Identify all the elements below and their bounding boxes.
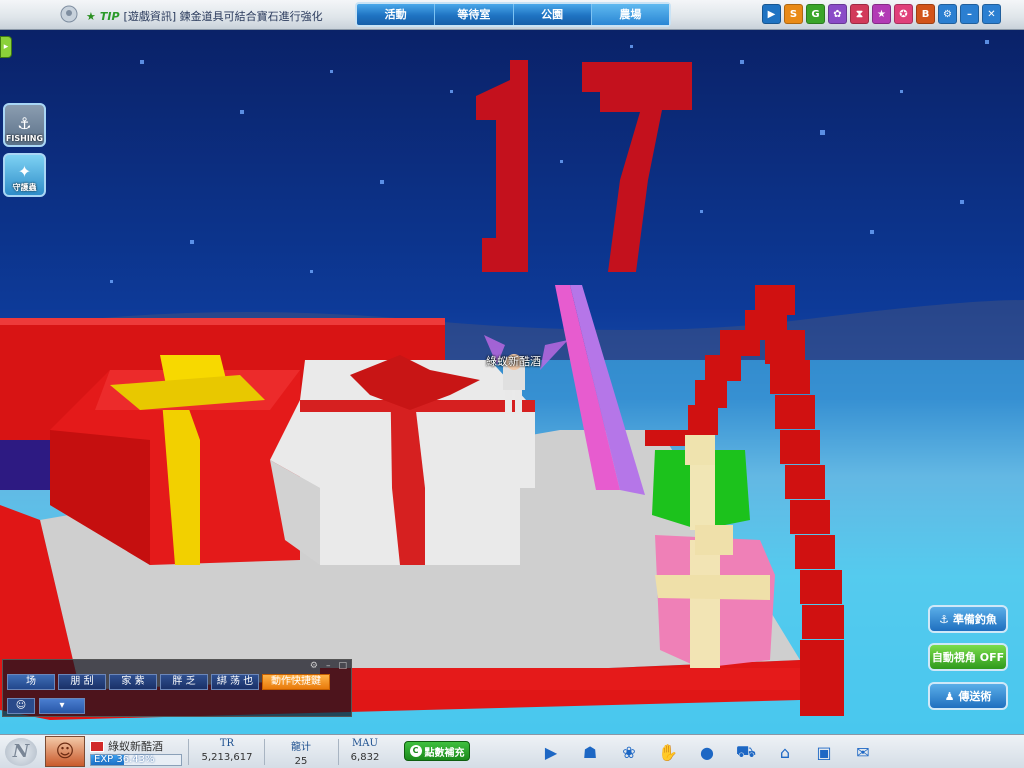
fishing-hook-icon: ⚓ [17, 114, 32, 133]
quick-action-button[interactable]: 動作快捷鍵 [262, 674, 330, 690]
teleport-label: 傳送術 [958, 690, 992, 703]
chat-channel-1[interactable]: 朋 刮 [58, 674, 106, 690]
guardian-bug-button[interactable]: ✦ 守護蟲 [3, 153, 46, 197]
stat-tr-header: TR [219, 738, 235, 749]
apple-icon[interactable]: ● [696, 741, 718, 763]
cart-icon[interactable]: ⛟ [735, 741, 757, 763]
big-number-17 [476, 60, 692, 272]
friends-icon[interactable]: ☗ [579, 741, 601, 763]
hourglass-icon[interactable]: ⧗ [850, 4, 869, 24]
side-expand-tab[interactable]: ▸ [0, 36, 12, 58]
game-logo-icon [60, 5, 78, 23]
avatar[interactable]: ☺ [45, 736, 85, 767]
chat-maximize-icon[interactable]: □ [338, 661, 347, 671]
chat-input-row: ☺ ▾ [7, 698, 85, 714]
story-icon[interactable]: S [784, 4, 803, 24]
tip-text: [遊戲資訊] 鍊金道具可結合寶石進行強化 [123, 10, 323, 23]
chat-icon[interactable]: ✉ [852, 741, 874, 763]
prepare-fishing-button[interactable]: ⚓ 準備釣魚 [928, 605, 1008, 633]
stat-mau-header: MAU [352, 738, 378, 749]
fishing-rod-icon: ⚓ [939, 612, 949, 626]
chat-panel: ⚙ – □ 场 朋 刮 家 紫 胖 乏 綁 荡 也 動作快捷鍵 ☺ ▾ [2, 659, 352, 717]
lucky-icon[interactable]: ★ [872, 4, 891, 24]
fishing-button[interactable]: ⚓ FISHING [3, 103, 46, 147]
guardian-bug-label: 守護蟲 [12, 183, 37, 192]
chat-channel-tabs: 场 朋 刮 家 紫 胖 乏 綁 荡 也 動作快捷鍵 [7, 674, 330, 690]
tab-farm[interactable]: 農場 [591, 4, 669, 25]
recharge-label: 點數補充 [424, 747, 465, 759]
tip-ticker[interactable]: ★ TIP [遊戲資訊] 鍊金道具可結合寶石進行強化 [60, 5, 323, 25]
n-logo-icon[interactable]: N [5, 738, 37, 766]
tip-label: TIP [99, 9, 120, 23]
tab-park[interactable]: 公園 [514, 4, 592, 25]
top-bar: ★ TIP [遊戲資訊] 鍊金道具可結合寶石進行強化 活動 等待室 公園 農場 … [0, 0, 1024, 30]
chat-channel-2[interactable]: 家 紫 [109, 674, 157, 690]
main-nav-tabs: 活動 等待室 公園 農場 [355, 2, 671, 27]
chat-channel-3[interactable]: 胖 乏 [160, 674, 208, 690]
character-flag-icon [90, 740, 104, 752]
auto-view-toggle[interactable]: 自動視角 OFF [928, 643, 1008, 671]
bottom-status-bar: N ☺ 綠蚁新酷酒 EXP 36.43% TR 5,213,617 龍计 25 … [0, 734, 1024, 768]
stat-divider [264, 739, 265, 765]
book-icon[interactable]: B [916, 4, 935, 24]
guardian-bug-icon: ✦ [17, 162, 32, 181]
next-icon[interactable]: ▶ [540, 741, 562, 763]
stat-level-header: 龍计 [291, 742, 311, 753]
briefcase-icon[interactable]: ▣ [813, 741, 835, 763]
game-scene[interactable] [0, 0, 1024, 768]
exp-label: EXP 36.43% [94, 754, 155, 765]
teleport-button[interactable]: ♟ 傳送術 [928, 682, 1008, 710]
bottom-menu-icons: ▶ ☗ ❀ ✋ ● ⛟ ⌂ ▣ ✉ [540, 741, 874, 763]
scene-render [0, 40, 1024, 768]
stat-mau-value: 6,832 [350, 752, 380, 763]
stat-tr: TR 5,213,617 [192, 738, 262, 763]
prepare-fishing-label: 準備釣魚 [952, 613, 997, 626]
paw-icon[interactable]: ❀ [618, 741, 640, 763]
stat-divider [188, 739, 189, 765]
cash-icon: C [409, 745, 422, 757]
tab-waiting-room[interactable]: 等待室 [435, 4, 514, 25]
chat-target-select[interactable]: ▾ [39, 698, 85, 714]
player-nameplate: 綠蚁新酷酒 [486, 355, 541, 368]
character-name-row: 綠蚁新酷酒 [90, 738, 163, 754]
star-icon[interactable]: ✪ [894, 4, 913, 24]
stat-level: 龍计 25 [266, 738, 336, 767]
chat-minimize-icon[interactable]: – [326, 661, 331, 671]
home-icon[interactable]: ⌂ [774, 741, 796, 763]
gear-small-icon[interactable]: ✿ [828, 4, 847, 24]
teleport-icon: ♟ [944, 689, 955, 703]
tab-events[interactable]: 活動 [357, 4, 436, 25]
tip-star-icon: ★ [86, 9, 96, 23]
auto-view-label: 自動視角 OFF [931, 651, 1005, 664]
chat-window-controls: ⚙ – □ [310, 661, 347, 671]
handshake-icon[interactable]: ✋ [657, 741, 679, 763]
stat-level-value: 25 [294, 756, 308, 767]
chat-settings-icon[interactable]: ⚙ [310, 661, 318, 671]
fishing-label: FISHING [5, 134, 44, 143]
chat-channel-0[interactable]: 场 [7, 674, 55, 690]
exp-bar: EXP 36.43% [90, 754, 182, 766]
play-icon[interactable]: ▶ [762, 4, 781, 24]
g-icon[interactable]: G [806, 4, 825, 24]
stat-mau: MAU 6,832 [330, 738, 400, 763]
close-icon[interactable]: ✕ [982, 4, 1001, 24]
settings-icon[interactable]: ⚙ [938, 4, 957, 24]
system-icons: ▶ S G ✿ ⧗ ★ ✪ B ⚙ – ✕ [762, 4, 1001, 24]
emote-button[interactable]: ☺ [7, 698, 35, 714]
stat-tr-value: 5,213,617 [201, 752, 253, 763]
chat-channel-4[interactable]: 綁 荡 也 [211, 674, 259, 690]
recharge-points-button[interactable]: C 點數補充 [404, 741, 470, 761]
minimize-icon[interactable]: – [960, 4, 979, 24]
character-name: 綠蚁新酷酒 [108, 740, 163, 753]
